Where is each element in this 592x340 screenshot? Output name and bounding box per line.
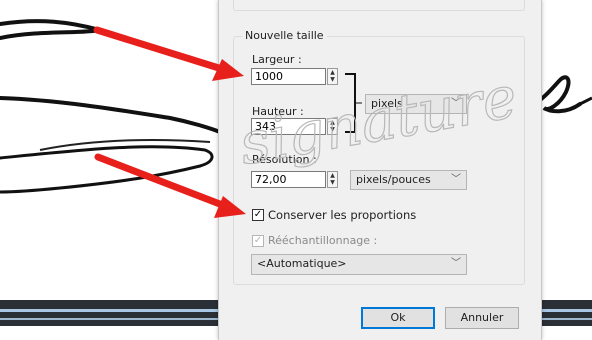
spin-down-icon[interactable]: ▼ [328,76,337,83]
resolution-input[interactable]: 72,00 [251,171,326,188]
cancel-button[interactable]: Annuler [445,307,519,329]
keep-proportions-checkbox[interactable]: ✓ [252,209,264,221]
spin-up-icon[interactable]: ▲ [328,69,337,76]
keep-proportions-label[interactable]: Conserver les proportions [268,208,416,222]
width-label: Largeur : [252,53,302,66]
resolution-spin-buttons[interactable]: ▲ ▼ [327,171,338,188]
chevron-down-icon: ﹀ [451,258,461,269]
resample-value: <Automatique> [257,257,347,270]
width-spinbox[interactable]: 1000 ▲ ▼ [251,68,338,85]
ok-button[interactable]: Ok [361,307,435,329]
height-spinbox[interactable]: 343 ▲ ▼ [251,118,338,135]
width-spin-buttons[interactable]: ▲ ▼ [327,68,338,85]
resample-label: Rééchantillonnage : [268,234,378,247]
height-label: Hauteur : [252,105,304,118]
proportion-link-bracket [345,73,362,133]
resample-checkbox[interactable]: ✓ [252,235,264,247]
spin-up-icon[interactable]: ▲ [328,172,337,179]
group-title: Nouvelle taille [242,29,327,42]
size-units-select[interactable]: pixels ﹀ [365,94,467,114]
previous-group-box [233,0,525,11]
resolution-spinbox[interactable]: 72,00 ▲ ▼ [251,171,338,188]
width-input[interactable]: 1000 [251,68,326,85]
height-input[interactable]: 343 [251,118,326,135]
chevron-down-icon: ﹀ [451,174,461,185]
spin-up-icon[interactable]: ▲ [328,119,337,126]
height-spin-buttons[interactable]: ▲ ▼ [327,118,338,135]
resize-dialog: Nouvelle taille Largeur : 1000 ▲ ▼ Haute… [218,0,542,340]
spin-down-icon[interactable]: ▼ [328,179,337,186]
chevron-down-icon: ﹀ [451,98,461,109]
resample-select[interactable]: <Automatique> ﹀ [251,254,467,275]
spin-down-icon[interactable]: ▼ [328,126,337,133]
resolution-units-value: pixels/pouces [356,173,431,186]
size-units-value: pixels [371,97,403,110]
resolution-label: Résolution : [252,153,317,166]
resolution-units-select[interactable]: pixels/pouces ﹀ [350,170,467,190]
